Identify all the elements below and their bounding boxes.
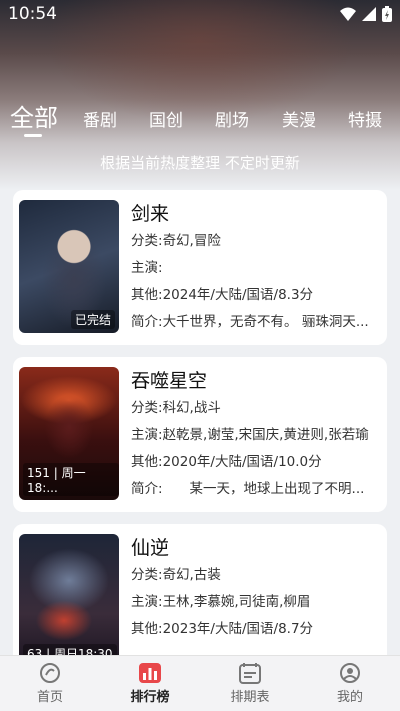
item-title: 吞噬星空 [131,370,208,392]
other-label: 其他: [131,287,163,303]
cast-value: 赵乾景,谢莹,宋国庆,黄进则,张若瑜 [162,427,369,443]
ranking-subtitle: 根据当前热度整理 不定时更新 [100,154,300,172]
nav-profile[interactable]: 我的 [310,662,390,705]
nav-schedule-label: 排期表 [230,690,270,705]
nav-ranking[interactable]: 排行榜 [110,662,190,705]
calendar-icon [239,663,261,684]
signal-icon [362,7,376,21]
cast-value: 王林,李慕婉,司徒南,柳眉 [162,594,311,610]
other-value: 2024年/大陆/国语/8.3分 [162,287,314,303]
profile-icon [340,663,360,683]
other-label: 其他: [131,454,163,470]
intro-value: 大千世界，无奇不有。 骊珠洞天... [162,314,369,330]
other-value: 2020年/大陆/国语/10.0分 [162,454,322,470]
cast-label: 主演: [131,260,163,276]
item-title: 仙逆 [131,537,170,559]
poster-image: 63 | 周日18:30 [19,534,119,667]
genre-value: 奇幻,冒险 [162,233,221,249]
status-bar: 10:54 [0,0,400,28]
tab-all[interactable]: 全部 [10,98,58,133]
category-tabs: 全部 番剧 国创 剧场 美漫 特摄 [0,98,400,138]
ranking-icon [139,663,161,683]
tab-tokusatsu[interactable]: 特摄 [348,106,382,131]
nav-profile-label: 我的 [336,690,363,705]
genre-label: 分类: [131,400,163,416]
intro-value: 某一天，地球上出现了不明... [162,481,365,497]
cast-label: 主演: [131,427,163,443]
poster-image: 已完结 [19,200,119,333]
wifi-icon [340,7,356,21]
nav-schedule[interactable]: 排期表 [210,662,290,705]
tab-theater[interactable]: 剧场 [215,106,249,131]
nav-ranking-label: 排行榜 [130,690,170,705]
nav-home-label: 首页 [36,690,63,705]
genre-value: 奇幻,古装 [162,567,221,583]
home-icon [40,663,60,683]
item-title: 剑来 [131,203,170,225]
genre-label: 分类: [131,233,163,249]
tab-us-comics[interactable]: 美漫 [282,106,316,131]
nav-home[interactable]: 首页 [10,662,90,705]
status-time: 10:54 [8,4,57,24]
genre-label: 分类: [131,567,163,583]
status-badge: 已完结 [70,310,115,329]
list-item[interactable]: 已完结 剑来 分类:奇幻,冒险 主演: 其他:2024年/大陆/国语/8.3分 … [13,190,387,345]
tab-anime[interactable]: 番剧 [83,106,117,131]
cast-label: 主演: [131,594,163,610]
list-item[interactable]: 151 | 周一18:... 吞噬星空 分类:科幻,战斗 主演:赵乾景,谢莹,宋… [13,357,387,512]
genre-value: 科幻,战斗 [162,400,221,416]
tab-chinese-animation[interactable]: 国创 [149,106,183,131]
intro-label: 简介: [131,481,163,497]
intro-label: 简介: [131,314,163,330]
bottom-navigation: 首页 排行榜 排期表 我的 [0,655,400,711]
other-label: 其他: [131,621,163,637]
episode-badge: 151 | 周一18:... [23,463,119,496]
active-tab-indicator [24,134,42,137]
poster-image: 151 | 周一18:... [19,367,119,500]
other-value: 2023年/大陆/国语/8.7分 [162,621,314,637]
battery-icon [382,6,392,22]
